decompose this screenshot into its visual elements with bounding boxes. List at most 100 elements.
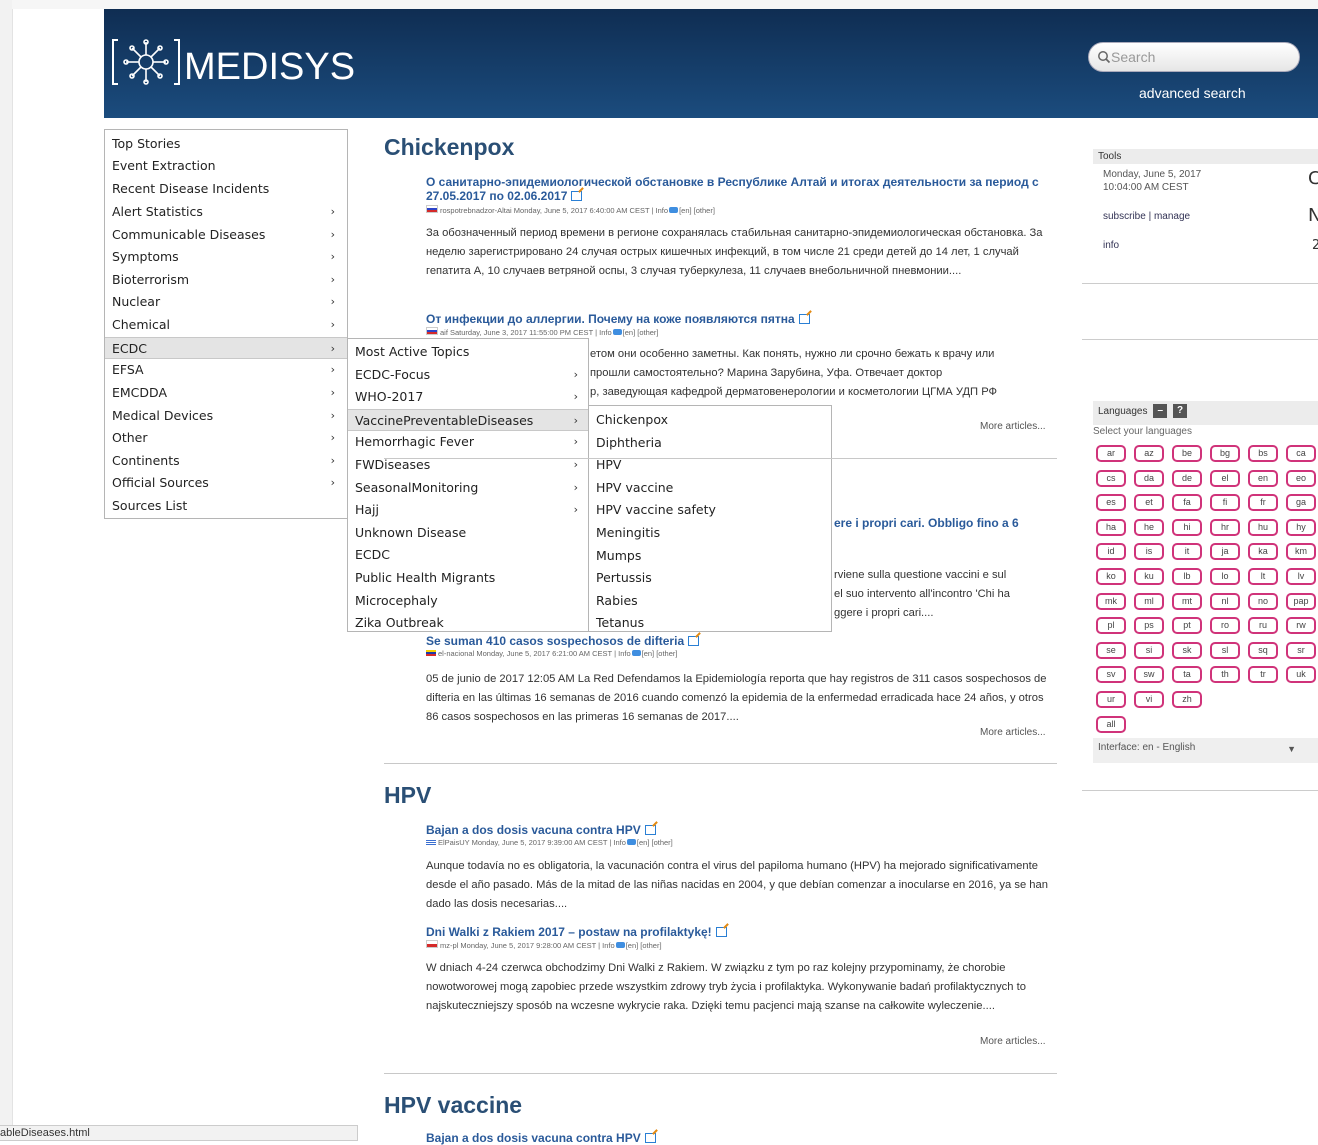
collapse-icon[interactable]: – xyxy=(1153,404,1168,419)
language-toggle-fa[interactable]: fa xyxy=(1172,494,1202,512)
language-toggle-mk[interactable]: mk xyxy=(1096,592,1126,610)
language-toggle-pap[interactable]: pap xyxy=(1286,592,1316,610)
menu-item-ecdc[interactable]: ECDC › xyxy=(105,337,347,359)
language-toggle-el[interactable]: el xyxy=(1210,469,1240,487)
language-toggle-ka[interactable]: ka xyxy=(1248,543,1278,561)
menu-item-continents[interactable]: Continents › xyxy=(105,450,347,472)
disease-item-chickenpox[interactable]: Chickenpox xyxy=(589,409,831,431)
article-title[interactable]: Bajan a dos dosis vacuna contra HPV xyxy=(426,823,1046,837)
article-title[interactable]: Se suman 410 casos sospechosos de difter… xyxy=(426,634,1046,648)
section-title-chickenpox[interactable]: Chickenpox xyxy=(384,134,514,161)
disease-item-diphtheria[interactable]: Diphtheria xyxy=(589,432,831,454)
subscribe-manage-link[interactable]: subscribe | manage xyxy=(1103,211,1190,222)
language-toggle-et[interactable]: et xyxy=(1134,494,1164,512)
article-title-fragment[interactable]: ere i propri cari. Obbligo fino a 6 xyxy=(834,516,1054,530)
menu-item-communicable-diseases[interactable]: Communicable Diseases › xyxy=(105,224,347,246)
menu-item-nuclear[interactable]: Nuclear › xyxy=(105,291,347,313)
submenu-item-public-health-migrants[interactable]: Public Health Migrants xyxy=(348,567,590,589)
menu-item-event-extraction[interactable]: Event Extraction xyxy=(105,155,347,177)
language-toggle-vi[interactable]: vi xyxy=(1134,691,1164,708)
external-link-icon[interactable] xyxy=(798,314,810,324)
menu-item-other[interactable]: Other › xyxy=(105,427,347,449)
language-toggle-no[interactable]: no xyxy=(1248,592,1278,610)
menu-item-recent-disease-incidents[interactable]: Recent Disease Incidents xyxy=(105,178,347,200)
language-toggle-ca[interactable]: ca xyxy=(1286,445,1316,462)
interface-language-select[interactable]: Interface: en - English ▼ xyxy=(1093,738,1318,763)
menu-item-emcdda[interactable]: EMCDDA › xyxy=(105,382,347,404)
submenu-item-hemorrhagic-fever[interactable]: Hemorrhagic Fever › xyxy=(348,431,590,453)
language-toggle-ru[interactable]: ru xyxy=(1248,617,1278,635)
language-toggle-th[interactable]: th xyxy=(1210,666,1240,684)
language-toggle-cs[interactable]: cs xyxy=(1096,469,1126,487)
submenu-item-unknown-disease[interactable]: Unknown Disease xyxy=(348,522,590,544)
language-toggle-lv[interactable]: lv xyxy=(1286,568,1316,585)
info-badge-icon[interactable] xyxy=(631,650,641,656)
language-toggle-he[interactable]: he xyxy=(1134,518,1164,536)
language-toggle-ko[interactable]: ko xyxy=(1096,568,1126,585)
language-toggle-id[interactable]: id xyxy=(1096,543,1126,561)
external-link-icon[interactable] xyxy=(571,191,583,201)
article-title[interactable]: От инфекции до аллергии. Почему на коже … xyxy=(426,312,1046,326)
submenu-item-seasonalmonitoring[interactable]: SeasonalMonitoring › xyxy=(348,477,590,499)
language-toggle-ur[interactable]: ur xyxy=(1096,691,1126,708)
language-toggle-be[interactable]: be xyxy=(1172,445,1202,462)
language-toggle-rw[interactable]: rw xyxy=(1286,617,1316,635)
language-toggle-fi[interactable]: fi xyxy=(1210,494,1240,512)
language-toggle-bg[interactable]: bg xyxy=(1210,445,1240,462)
language-toggle-sk[interactable]: sk xyxy=(1172,641,1202,659)
article-title[interactable]: Dni Walki z Rakiem 2017 – postaw na prof… xyxy=(426,925,1046,939)
language-toggle-sw[interactable]: sw xyxy=(1134,666,1164,684)
submenu-item-microcephaly[interactable]: Microcephaly xyxy=(348,590,590,612)
language-toggle-sr[interactable]: sr xyxy=(1286,641,1316,659)
language-toggle-sq[interactable]: sq xyxy=(1248,641,1278,659)
submenu-item-zika-outbreak[interactable]: Zika Outbreak xyxy=(348,612,590,634)
language-toggle-bs[interactable]: bs xyxy=(1248,445,1278,462)
menu-item-medical-devices[interactable]: Medical Devices › xyxy=(105,405,347,427)
menu-item-top-stories[interactable]: Top Stories xyxy=(105,133,347,155)
language-toggle-az[interactable]: az xyxy=(1134,445,1164,462)
language-toggle-zh[interactable]: zh xyxy=(1172,691,1202,708)
language-toggle-eo[interactable]: eo xyxy=(1286,469,1316,487)
menu-item-efsa[interactable]: EFSA › xyxy=(105,359,347,381)
language-toggle-se[interactable]: se xyxy=(1096,641,1126,659)
submenu-item-most-active-topics[interactable]: Most Active Topics xyxy=(348,341,590,363)
language-toggle-es[interactable]: es xyxy=(1096,494,1126,512)
disease-item-hpv-vaccine-safety[interactable]: HPV vaccine safety xyxy=(589,499,831,521)
language-toggle-ar[interactable]: ar xyxy=(1096,445,1126,462)
language-toggle-da[interactable]: da xyxy=(1134,469,1164,487)
disease-item-mumps[interactable]: Mumps xyxy=(589,545,831,567)
submenu-item-vaccinepreventablediseases[interactable]: VaccinePreventableDiseases › xyxy=(348,408,590,431)
article-title[interactable]: О санитарно-эпидемиологической обстановк… xyxy=(426,175,1046,203)
language-toggle-mt[interactable]: mt xyxy=(1172,592,1202,610)
info-badge-icon[interactable] xyxy=(612,329,622,335)
menu-item-alert-statistics[interactable]: Alert Statistics › xyxy=(105,201,347,223)
menu-item-official-sources[interactable]: Official Sources › xyxy=(105,472,347,494)
language-toggle-en[interactable]: en xyxy=(1248,469,1278,487)
language-toggle-pt[interactable]: pt xyxy=(1172,617,1202,635)
language-toggle-ml[interactable]: ml xyxy=(1134,592,1164,610)
more-articles-link[interactable]: More articles... xyxy=(980,727,1046,738)
language-toggle-lt[interactable]: lt xyxy=(1248,568,1278,585)
disease-item-tetanus[interactable]: Tetanus xyxy=(589,612,831,634)
language-toggle-hr[interactable]: hr xyxy=(1210,518,1240,536)
language-toggle-ta[interactable]: ta xyxy=(1172,666,1202,684)
language-toggle-is[interactable]: is xyxy=(1134,543,1164,561)
disease-item-meningitis[interactable]: Meningitis xyxy=(589,522,831,544)
language-toggle-lo[interactable]: lo xyxy=(1210,568,1240,585)
menu-item-symptoms[interactable]: Symptoms › xyxy=(105,246,347,268)
external-link-icon[interactable] xyxy=(688,636,700,646)
submenu-item-ecdc[interactable]: ECDC xyxy=(348,544,590,566)
external-link-icon[interactable] xyxy=(644,825,656,835)
external-link-icon[interactable] xyxy=(644,1133,656,1143)
language-toggle-hi[interactable]: hi xyxy=(1172,518,1202,536)
help-icon[interactable]: ? xyxy=(1173,404,1188,419)
language-toggle-ga[interactable]: ga xyxy=(1286,494,1316,512)
language-toggle-pl[interactable]: pl xyxy=(1096,617,1126,635)
section-title-hpv[interactable]: HPV xyxy=(384,782,431,809)
language-toggle-ps[interactable]: ps xyxy=(1134,617,1164,635)
language-toggle-ro[interactable]: ro xyxy=(1210,617,1240,635)
language-toggle-de[interactable]: de xyxy=(1172,469,1202,487)
more-articles-link[interactable]: More articles... xyxy=(980,421,1046,432)
menu-item-bioterrorism[interactable]: Bioterrorism › xyxy=(105,269,347,291)
language-toggle-it[interactable]: it xyxy=(1172,543,1202,561)
